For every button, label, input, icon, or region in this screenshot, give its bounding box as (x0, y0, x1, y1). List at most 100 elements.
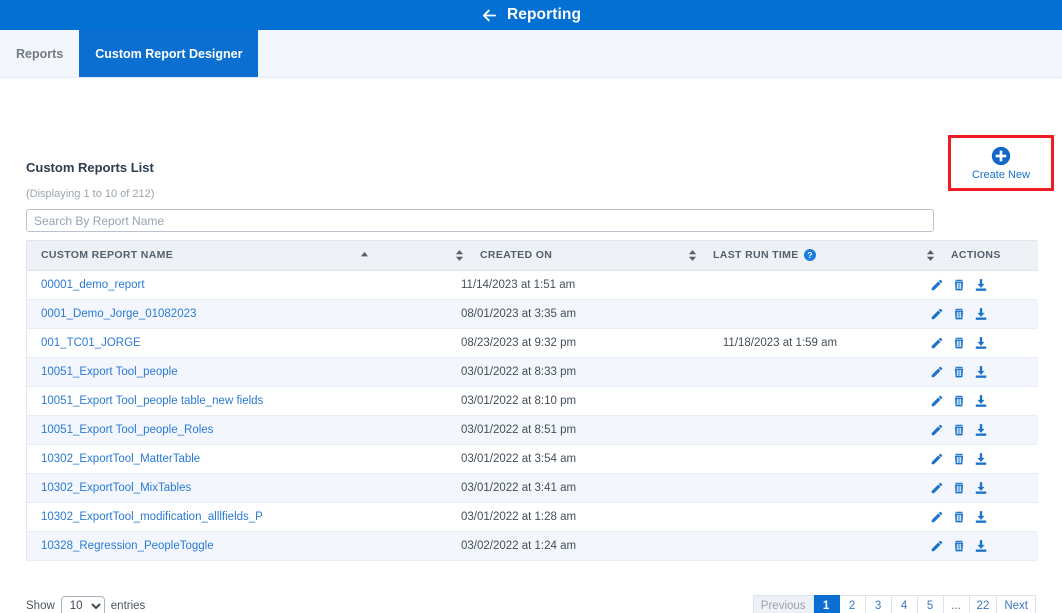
pencil-icon[interactable] (930, 365, 944, 379)
trash-icon[interactable] (952, 278, 966, 292)
trash-icon[interactable] (952, 481, 966, 495)
cell-report-name: 0001_Demo_Jorge_01082023 (27, 299, 447, 329)
table-header-row: CUSTOM REPORT NAME CREATED ON LAST RUN T… (27, 241, 1038, 271)
table-row: 10302_ExportTool_MixTables 03/01/2022 at … (27, 473, 1038, 503)
pencil-icon[interactable] (930, 278, 944, 292)
pencil-icon[interactable] (930, 539, 944, 553)
table-footer: Show 102550100 entries Previous12345...2… (26, 594, 1036, 613)
entries-label: entries (110, 600, 146, 612)
cell-report-name: 10051_Export Tool_people_Roles (27, 415, 447, 445)
list-count-text: (Displaying 1 to 10 of 212) (26, 188, 155, 200)
download-icon[interactable] (974, 539, 988, 553)
cell-report-name: 10051_Export Tool_people table_new field… (27, 386, 447, 416)
trash-icon[interactable] (952, 539, 966, 553)
column-header-custom-report-name[interactable]: CUSTOM REPORT NAME (27, 241, 447, 271)
report-name-link[interactable]: 0001_Demo_Jorge_01082023 (41, 308, 196, 320)
sort-none-icon[interactable] (688, 249, 713, 262)
create-new-button[interactable]: Create New (948, 135, 1054, 191)
tab-reports[interactable]: Reports (0, 30, 79, 77)
app-titlebar: Reporting (0, 0, 1062, 30)
report-name-link[interactable]: 001_TC01_JORGE (41, 337, 141, 349)
cell-last-run-time (680, 299, 918, 329)
pencil-icon[interactable] (930, 452, 944, 466)
entries-per-page-select[interactable]: 102550100 (60, 595, 105, 613)
download-icon[interactable] (974, 452, 988, 466)
table-row: 00001_demo_report 11/14/2023 at 1:51 am (27, 270, 1038, 300)
pencil-icon[interactable] (930, 336, 944, 350)
report-name-link[interactable]: 00001_demo_report (41, 279, 145, 291)
trash-icon[interactable] (952, 510, 966, 524)
column-header-actions[interactable]: ACTIONS (918, 241, 1038, 271)
trash-icon[interactable] (952, 336, 966, 350)
sort-asc-icon[interactable] (360, 249, 385, 262)
tab-custom-report-designer[interactable]: Custom Report Designer (79, 30, 259, 77)
download-icon[interactable] (974, 481, 988, 495)
cell-last-run-time (680, 444, 918, 474)
table-row: 0001_Demo_Jorge_01082023 08/01/2023 at 3:… (27, 299, 1038, 329)
download-icon[interactable] (974, 510, 988, 524)
page-button-2[interactable]: 2 (839, 595, 866, 613)
page-title: Reporting (506, 6, 582, 23)
svg-text:?: ? (807, 251, 812, 260)
table-row: 10302_ExportTool_MatterTable 03/01/2022 a… (27, 444, 1038, 474)
pencil-icon[interactable] (930, 307, 944, 321)
download-icon[interactable] (974, 278, 988, 292)
cell-created-on: 03/01/2022 at 3:41 am (447, 473, 680, 503)
show-label: Show (26, 600, 55, 612)
page-button-22[interactable]: 22 (969, 595, 998, 613)
cell-actions (918, 328, 1038, 358)
cell-last-run-time (680, 473, 918, 503)
pencil-icon[interactable] (930, 510, 944, 524)
column-label: LAST RUN TIME (713, 249, 799, 262)
report-name-link[interactable]: 10302_ExportTool_MixTables (41, 482, 191, 494)
trash-icon[interactable] (952, 423, 966, 437)
trash-icon[interactable] (952, 307, 966, 321)
download-icon[interactable] (974, 423, 988, 437)
trash-icon[interactable] (952, 365, 966, 379)
cell-report-name: 10302_ExportTool_MatterTable (27, 444, 447, 474)
report-name-link[interactable]: 10302_ExportTool_MatterTable (41, 453, 200, 465)
cell-actions (918, 531, 1038, 561)
show-entries-control: Show 102550100 entries (26, 595, 146, 613)
back-arrow-icon[interactable] (481, 7, 498, 24)
cell-last-run-time (680, 357, 918, 387)
pencil-icon[interactable] (930, 394, 944, 408)
report-name-link[interactable]: 10051_Export Tool_people_Roles (41, 424, 213, 436)
column-header-last-run-time[interactable]: LAST RUN TIME ? (680, 241, 918, 271)
search-input[interactable] (26, 209, 934, 232)
pencil-icon[interactable] (930, 481, 944, 495)
download-icon[interactable] (974, 365, 988, 379)
column-label: ACTIONS (951, 249, 1001, 262)
sort-none-icon[interactable] (455, 249, 480, 262)
page-button-5[interactable]: 5 (917, 595, 944, 613)
page-button-next[interactable]: Next (997, 595, 1036, 613)
pencil-icon[interactable] (930, 423, 944, 437)
page-button-ellipsisellipsisellipsis: ... (943, 595, 970, 613)
cell-actions (918, 270, 1038, 300)
report-name-link[interactable]: 10328_Regression_PeopleToggle (41, 540, 214, 552)
cell-actions (918, 502, 1038, 532)
report-name-link[interactable]: 10051_Export Tool_people (41, 366, 178, 378)
cell-actions (918, 444, 1038, 474)
page-button-4[interactable]: 4 (891, 595, 918, 613)
sort-none-icon[interactable] (926, 249, 951, 262)
cell-created-on: 03/01/2022 at 8:33 pm (447, 357, 680, 387)
cell-actions (918, 299, 1038, 329)
cell-last-run-time (680, 531, 918, 561)
trash-icon[interactable] (952, 394, 966, 408)
page-button-3[interactable]: 3 (865, 595, 892, 613)
report-name-link[interactable]: 10302_ExportTool_modification_alllfields… (41, 511, 263, 523)
download-icon[interactable] (974, 394, 988, 408)
page-button-1[interactable]: 1 (813, 595, 840, 613)
cell-created-on: 03/01/2022 at 1:28 am (447, 502, 680, 532)
column-header-created-on[interactable]: CREATED ON (447, 241, 680, 271)
trash-icon[interactable] (952, 452, 966, 466)
download-icon[interactable] (974, 307, 988, 321)
create-new-label: Create New (971, 168, 1031, 181)
help-circle-icon[interactable]: ? (799, 248, 816, 262)
report-name-link[interactable]: 10051_Export Tool_people table_new field… (41, 395, 263, 407)
download-icon[interactable] (974, 336, 988, 350)
cell-actions (918, 415, 1038, 445)
cell-last-run-time (680, 386, 918, 416)
table-row: 10051_Export Tool_people 03/01/2022 at 8:… (27, 357, 1038, 387)
